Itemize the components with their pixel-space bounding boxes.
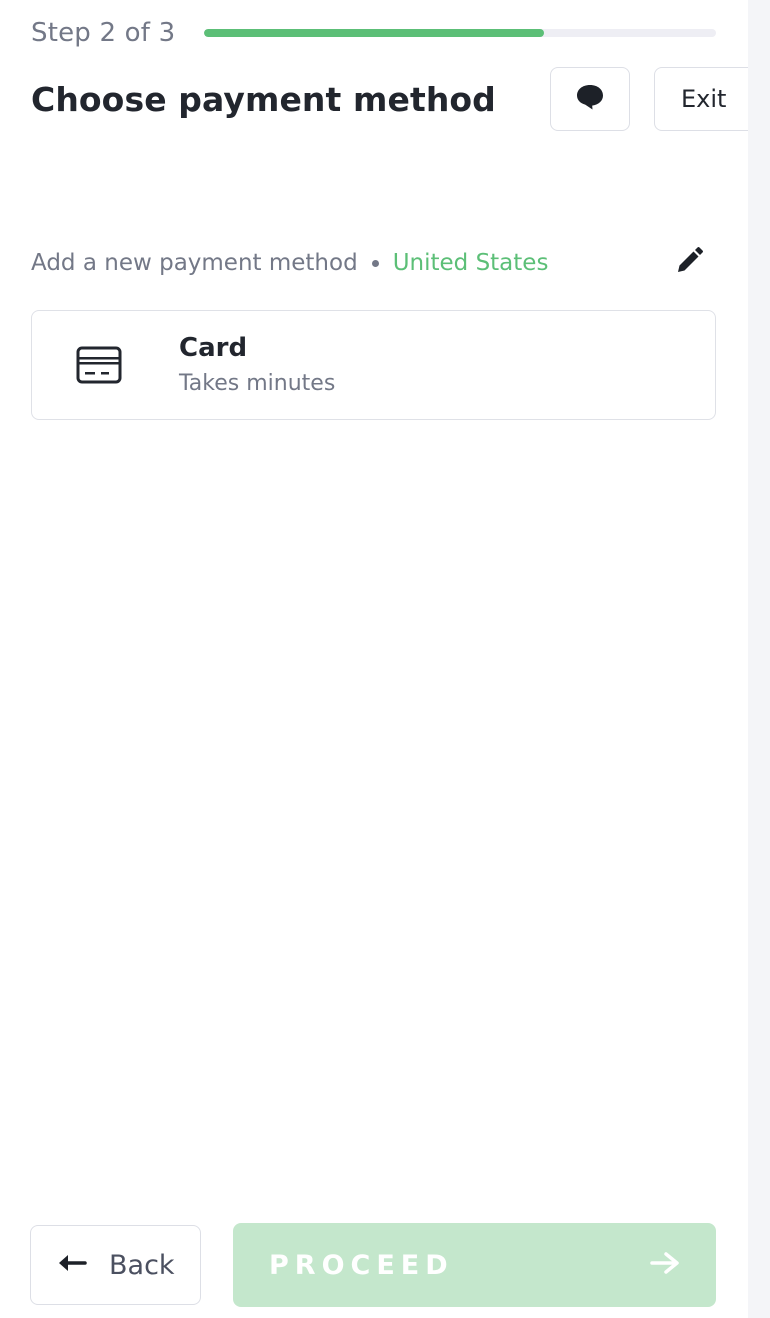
section-label: Add a new payment method <box>31 250 358 276</box>
chat-bubble-icon <box>575 83 605 115</box>
exit-button[interactable]: Exit <box>654 67 748 131</box>
payment-method-name: Card <box>179 333 248 363</box>
proceed-button[interactable]: PROCEED <box>233 1223 716 1307</box>
edit-country-button[interactable] <box>671 246 707 280</box>
credit-card-icon <box>76 346 122 386</box>
payment-section-header: Add a new payment method United States <box>31 246 715 280</box>
payment-method-description: Takes minutes <box>179 371 336 396</box>
proceed-label: PROCEED <box>269 1249 454 1281</box>
step-label: Step 2 of 3 <box>31 18 176 48</box>
exit-label: Exit <box>681 85 727 113</box>
arrow-left-icon <box>57 1252 87 1278</box>
chat-button[interactable] <box>550 67 630 131</box>
pencil-icon <box>674 246 704 280</box>
arrow-right-icon <box>650 1251 680 1279</box>
progress-bar <box>204 29 716 37</box>
progress-bar-fill <box>204 29 545 37</box>
page-title: Choose payment method <box>31 80 496 119</box>
payment-method-card[interactable]: Card Takes minutes <box>31 310 716 420</box>
back-button[interactable]: Back <box>30 1225 201 1305</box>
back-label: Back <box>109 1249 175 1281</box>
step-indicator: Step 2 of 3 <box>31 16 175 50</box>
separator-dot <box>371 259 379 267</box>
payment-method-panel: Step 2 of 3 Choose payment method Exit A… <box>0 0 748 1318</box>
country-label: United States <box>392 250 549 276</box>
